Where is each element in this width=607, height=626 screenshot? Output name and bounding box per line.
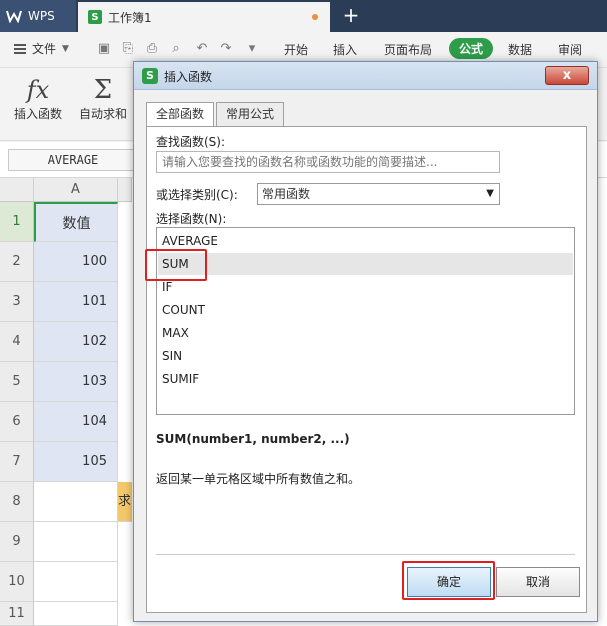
insert-function-button[interactable]: fx 插入函数 (12, 75, 64, 122)
tab-data[interactable]: 数据 (508, 41, 532, 58)
list-item[interactable]: IF (158, 276, 573, 298)
insert-function-dialog: S 插入函数 x 全部函数 常用公式 查找函数(S): 或选择类别(C): 常用… (133, 61, 598, 622)
autosum-button[interactable]: Σ 自动求和 (74, 75, 132, 122)
row-header[interactable]: 1 (0, 202, 34, 242)
function-listbox[interactable]: AVERAGE SUM IF COUNT MAX SIN SUMIF (156, 227, 575, 415)
name-box[interactable]: AVERAGE (8, 149, 138, 171)
cancel-button[interactable]: 取消 (496, 567, 580, 597)
save-icon[interactable]: ▣ (96, 41, 112, 57)
chevron-down-icon: ▼ (62, 43, 69, 54)
tab-formulas[interactable]: 公式 (449, 38, 494, 59)
cell-a1[interactable]: 数值 (34, 202, 118, 242)
row-header[interactable]: 2 (0, 242, 34, 282)
list-item[interactable]: SUMIF (158, 368, 573, 390)
list-item[interactable]: SIN (158, 345, 573, 367)
search-function-input[interactable] (156, 151, 500, 173)
tab-review[interactable]: 审阅 (558, 41, 582, 58)
cell-a2[interactable]: 100 (34, 242, 118, 282)
sigma-icon: Σ (93, 75, 113, 105)
list-item[interactable]: COUNT (158, 299, 573, 321)
file-menu-label: 文件 (32, 42, 57, 56)
more-chevron-icon[interactable]: ▾ (244, 41, 260, 57)
highlight-box (402, 561, 495, 600)
row-header[interactable]: 10 (0, 562, 34, 602)
close-button[interactable]: x (545, 66, 589, 85)
row-header[interactable]: 6 (0, 402, 34, 442)
cell-a7[interactable]: 105 (34, 442, 118, 482)
wps-logo-icon (6, 9, 22, 23)
row-header[interactable]: 11 (0, 602, 34, 626)
wps-tab-label: WPS (28, 9, 55, 23)
cell-a8[interactable] (34, 482, 118, 522)
export-icon[interactable]: ⎘ (120, 41, 136, 57)
insert-function-label: 插入函数 (13, 107, 62, 121)
tab-insert[interactable]: 插入 (333, 41, 357, 58)
new-tab-button[interactable]: + (340, 4, 362, 26)
tab-page-layout[interactable]: 页面布局 (384, 41, 432, 58)
cell-a4[interactable]: 102 (34, 322, 118, 362)
wps-home-tab[interactable]: WPS (0, 0, 76, 32)
cell-a3[interactable]: 101 (34, 282, 118, 322)
unsaved-dot-icon (312, 14, 318, 20)
fx-icon: fx (26, 76, 50, 104)
cell-a9[interactable] (34, 522, 118, 562)
category-label: 或选择类别(C): (156, 188, 238, 202)
spreadsheet-icon: S (142, 68, 158, 84)
dropdown-arrow-icon: ▼ (486, 188, 494, 199)
cell-b8[interactable]: 求 (118, 482, 132, 522)
dialog-tabs: 全部函数 常用公式 (146, 102, 286, 127)
row-header[interactable]: 8 (0, 482, 34, 522)
column-header-a[interactable]: A (34, 178, 118, 202)
category-select[interactable]: 常用函数 ▼ (257, 183, 500, 205)
list-item[interactable]: SUM (158, 253, 573, 275)
row-header[interactable]: 4 (0, 322, 34, 362)
redo-icon[interactable]: ↷ (218, 41, 234, 57)
dialog-title: 插入函数 (164, 70, 213, 84)
file-menu-button[interactable]: 文件 ▼ (14, 40, 69, 57)
row-header[interactable]: 9 (0, 522, 34, 562)
autosum-label: 自动求和 (78, 107, 127, 121)
cell-a5[interactable]: 103 (34, 362, 118, 402)
column-header-b[interactable] (118, 178, 132, 202)
cell-a10[interactable] (34, 562, 118, 602)
function-description: 返回某一单元格区域中所有数值之和。 (156, 472, 361, 486)
select-function-label: 选择函数(N): (156, 212, 227, 226)
divider (156, 554, 575, 555)
function-signature: SUM(number1, number2, ...) (156, 432, 350, 446)
row-header[interactable]: 3 (0, 282, 34, 322)
search-label: 查找函数(S): (156, 135, 226, 149)
dialog-titlebar[interactable]: S 插入函数 x (134, 62, 597, 90)
document-tab-label: 工作簿1 (108, 10, 152, 25)
list-item[interactable]: AVERAGE (158, 230, 573, 252)
spreadsheet-icon: S (88, 10, 102, 24)
title-bar: WPS S 工作簿1 + (0, 0, 607, 32)
tab-all-functions[interactable]: 全部函数 (146, 102, 215, 127)
document-tab[interactable]: S 工作簿1 (78, 2, 330, 32)
row-header[interactable]: 5 (0, 362, 34, 402)
hamburger-icon (14, 43, 26, 54)
category-value: 常用函数 (262, 187, 311, 201)
list-item[interactable]: MAX (158, 322, 573, 344)
row-header[interactable]: 7 (0, 442, 34, 482)
tab-common-formulas[interactable]: 常用公式 (216, 102, 285, 126)
print-icon[interactable]: ⎙ (144, 41, 160, 57)
print-preview-icon[interactable]: ⌕ (168, 41, 184, 57)
dialog-panel: 查找函数(S): 或选择类别(C): 常用函数 ▼ 选择函数(N): AVERA… (145, 126, 587, 613)
select-all-corner[interactable] (0, 178, 34, 202)
cell-a6[interactable]: 104 (34, 402, 118, 442)
tab-start[interactable]: 开始 (284, 41, 308, 58)
undo-icon[interactable]: ↶ (194, 41, 210, 57)
highlight-box (145, 249, 207, 281)
cell-a11[interactable] (34, 602, 118, 626)
